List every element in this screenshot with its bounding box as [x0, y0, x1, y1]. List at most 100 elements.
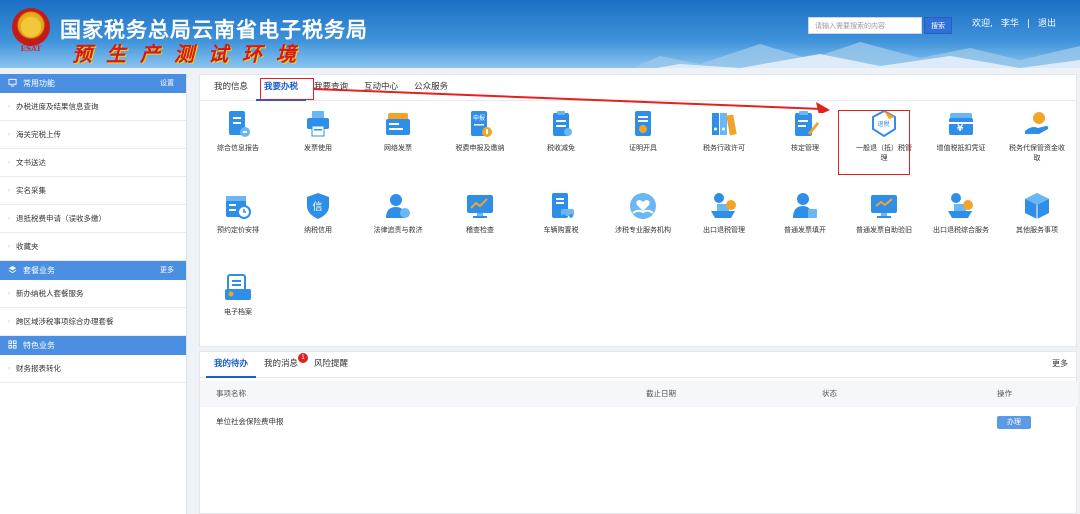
credit-shield-icon: 信: [303, 191, 333, 221]
sidebar-section-title: 特色业务: [23, 341, 55, 350]
service-label: 网络发票: [384, 144, 412, 152]
handle-button[interactable]: 办理: [997, 416, 1031, 429]
site-header: ESAT 国家税务总局云南省电子税务局 预生产测试环境 请输入需要搜索的内容 搜…: [0, 0, 1080, 68]
ship-export-icon: [709, 191, 739, 221]
service-label: 预约定价安排: [217, 226, 259, 234]
service-label: 税收减免: [547, 144, 575, 152]
sidebar-section-header[interactable]: 常用功能 设置: [0, 74, 186, 93]
service-tile[interactable]: 税务行政许可: [684, 109, 764, 153]
service-tile[interactable]: 普通发票填开: [765, 191, 845, 235]
service-tile[interactable]: 预约定价安排: [198, 191, 278, 235]
service-tile[interactable]: 税收减免: [521, 109, 601, 153]
table-row: 单位社会保险费申报 办理: [200, 409, 1078, 435]
archive-icon: [223, 273, 253, 303]
sidebar-section-header[interactable]: 套餐业务 更多: [0, 261, 186, 280]
welcome-text: 欢迎,: [972, 19, 993, 29]
environment-subtitle: 预生产测试环境: [72, 42, 310, 66]
monitor-chart-icon: [465, 191, 495, 221]
sidebar: 常用功能 设置办税进度及结果信息查询海关完税上传文书送达实名采集退抵税费申请（误收…: [0, 74, 187, 514]
logout-link[interactable]: 退出: [1038, 19, 1056, 29]
todo-more-link[interactable]: 更多: [1052, 352, 1068, 376]
todo-tab[interactable]: 风险提醒: [306, 352, 356, 376]
refund-tile-highlight: [838, 110, 910, 175]
sidebar-item[interactable]: 文书送达: [0, 149, 186, 177]
todo-item-name: 单位社会保险费申报: [216, 417, 284, 426]
service-tile[interactable]: ¥ 增值税抵扣凭证: [921, 109, 1001, 153]
todo-tab[interactable]: 我的消息 1: [256, 352, 309, 376]
todo-panel: 我的待办 我的消息 1 风险提醒 更多 事项名称 截止日期 状态 操作 单位社会保险费申…: [199, 351, 1078, 514]
sidebar-item[interactable]: 海关完税上传: [0, 121, 186, 149]
monitor-icon: [8, 75, 17, 87]
sidebar-section-title: 套餐业务: [23, 266, 55, 275]
service-tile[interactable]: 出口退税综合服务: [921, 191, 1001, 235]
search-input[interactable]: 请输入需要搜索的内容: [808, 17, 922, 34]
service-tile[interactable]: 税务代保管资金收取: [997, 109, 1077, 163]
col-action: 操作: [997, 389, 1012, 398]
service-tile[interactable]: 法律追责与救济: [358, 191, 438, 235]
service-label: 税务行政许可: [703, 144, 745, 152]
heart-hand-icon: [628, 191, 658, 221]
sidebar-section-more[interactable]: 更多: [160, 261, 174, 280]
service-panel: 我的信息 我要办税 我要查询 互动中心 公众服务 综合信息报告 发票使用 网络发票 申报 税费申…: [199, 74, 1077, 347]
service-tile[interactable]: 综合信息报告: [198, 109, 278, 153]
service-tile[interactable]: 电子档案: [198, 273, 278, 317]
service-tile[interactable]: 信纳税信用: [278, 191, 358, 235]
network-invoice-icon: [383, 109, 413, 139]
service-label: 其他服务事项: [1016, 226, 1058, 234]
service-tile[interactable]: 其他服务事项: [997, 191, 1077, 235]
service-tile[interactable]: 普通发票自助验旧: [844, 191, 924, 235]
cube-icon: [1022, 191, 1052, 221]
todo-tab[interactable]: 我的待办: [206, 352, 257, 378]
tax-emblem-logo: [12, 8, 50, 46]
service-tile[interactable]: 网络发票: [358, 109, 438, 153]
service-label: 电子档案: [224, 308, 252, 316]
svg-text:信: 信: [313, 201, 323, 213]
service-label: 出口退税综合服务: [933, 226, 989, 234]
sidebar-item[interactable]: 新办纳税人套餐服务: [0, 280, 186, 308]
service-tile[interactable]: 车辆购置税: [521, 191, 601, 235]
sidebar-section-header[interactable]: 特色业务: [0, 336, 186, 355]
service-tile[interactable]: 证明开具: [603, 109, 683, 153]
service-label: 证明开具: [629, 144, 657, 152]
tax-reduction-icon: [546, 109, 576, 139]
sidebar-item[interactable]: 退抵税费申请（误收多缴）: [0, 205, 186, 233]
service-label: 税费申报及缴纳: [455, 144, 505, 152]
service-tile[interactable]: 涉税专业服务机构: [603, 191, 683, 235]
layers-icon: [8, 262, 17, 274]
ship-service-icon: [946, 191, 976, 221]
service-label: 普通发票自助验旧: [856, 226, 912, 234]
sidebar-item[interactable]: 实名采集: [0, 177, 186, 205]
certificate-icon: [628, 109, 658, 139]
sidebar-item[interactable]: 办税进度及结果信息查询: [0, 93, 186, 121]
grid-icon: [8, 337, 17, 349]
service-tile[interactable]: 申报 税费申报及缴纳: [440, 109, 520, 153]
sidebar-item[interactable]: 财务报表转化: [0, 355, 186, 383]
todo-tab-label: 风险提醒: [314, 359, 349, 369]
svg-text:¥: ¥: [957, 124, 964, 134]
person-law-icon: [383, 191, 413, 221]
service-label: 发票使用: [304, 144, 332, 152]
sidebar-item[interactable]: 跨区域涉税事项综合办理套餐: [0, 308, 186, 336]
service-tile[interactable]: 发票使用: [278, 109, 358, 153]
person-invoice-icon: [790, 191, 820, 221]
service-tile[interactable]: 稽查检查: [440, 191, 520, 235]
col-deadline: 截止日期: [646, 389, 676, 398]
service-label: 纳税信用: [304, 226, 332, 234]
service-tile[interactable]: 核定管理: [765, 109, 845, 153]
service-label: 法律追责与救济: [373, 226, 423, 234]
binders-icon: [709, 109, 739, 139]
search-button[interactable]: 搜索: [924, 17, 952, 34]
vat-deduction-icon: ¥: [946, 109, 976, 139]
sidebar-item[interactable]: 收藏夹: [0, 233, 186, 261]
sidebar-section-more[interactable]: 设置: [160, 74, 174, 93]
svg-text:申报: 申报: [473, 114, 485, 122]
red-arrow-annotation: [313, 88, 830, 113]
service-label: 增值税抵扣凭证: [936, 144, 986, 152]
service-label: 普通发票填开: [784, 226, 826, 234]
service-label: 税务代保管资金收取: [1009, 144, 1065, 162]
service-label: 综合信息报告: [217, 144, 259, 152]
main-tab[interactable]: 我的信息: [206, 75, 256, 99]
username[interactable]: 李华: [1001, 19, 1019, 29]
service-tile[interactable]: 出口退税管理: [684, 191, 764, 235]
declare-icon: 申报: [465, 109, 495, 139]
